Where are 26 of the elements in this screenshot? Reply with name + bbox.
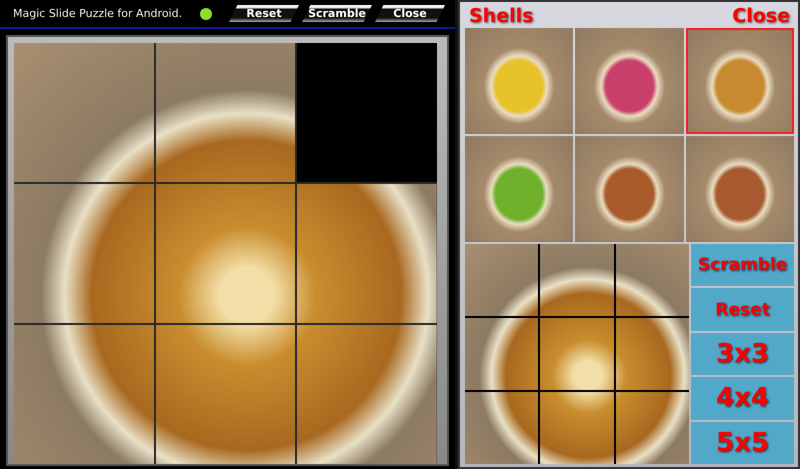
puzzle-tile[interactable] <box>297 184 437 323</box>
control-button[interactable]: Reset <box>691 288 794 331</box>
control-button[interactable]: 3x3 <box>691 332 794 376</box>
category-title: Shells <box>469 5 534 27</box>
puzzle-tile[interactable] <box>156 325 296 464</box>
status-indicator-icon <box>200 8 212 20</box>
shell-thumbnail[interactable] <box>686 136 794 242</box>
shell-thumbnail[interactable] <box>575 28 684 134</box>
toolbar-button[interactable]: Reset <box>229 5 299 22</box>
close-link[interactable]: Close <box>732 5 790 27</box>
shell-thumbnail[interactable] <box>686 28 794 134</box>
puzzle-tile[interactable] <box>14 43 154 182</box>
puzzle-tile[interactable] <box>14 325 154 464</box>
toolbar-button[interactable]: Scramble <box>302 5 372 22</box>
control-button[interactable]: 5x5 <box>691 422 794 464</box>
puzzle-tile[interactable] <box>156 184 296 323</box>
control-button[interactable]: Scramble <box>691 244 794 286</box>
app-title: Magic Slide Puzzle for Android. <box>13 7 182 20</box>
puzzle-tile[interactable] <box>14 184 154 323</box>
shell-thumbnail[interactable] <box>575 136 684 242</box>
control-button[interactable]: 4x4 <box>691 377 794 420</box>
shell-thumbnail[interactable] <box>465 28 574 134</box>
shell-thumbnail[interactable] <box>465 136 574 242</box>
puzzle-tile[interactable] <box>297 325 437 464</box>
toolbar-button[interactable]: Close <box>375 5 445 22</box>
puzzle-tile[interactable] <box>156 43 296 182</box>
